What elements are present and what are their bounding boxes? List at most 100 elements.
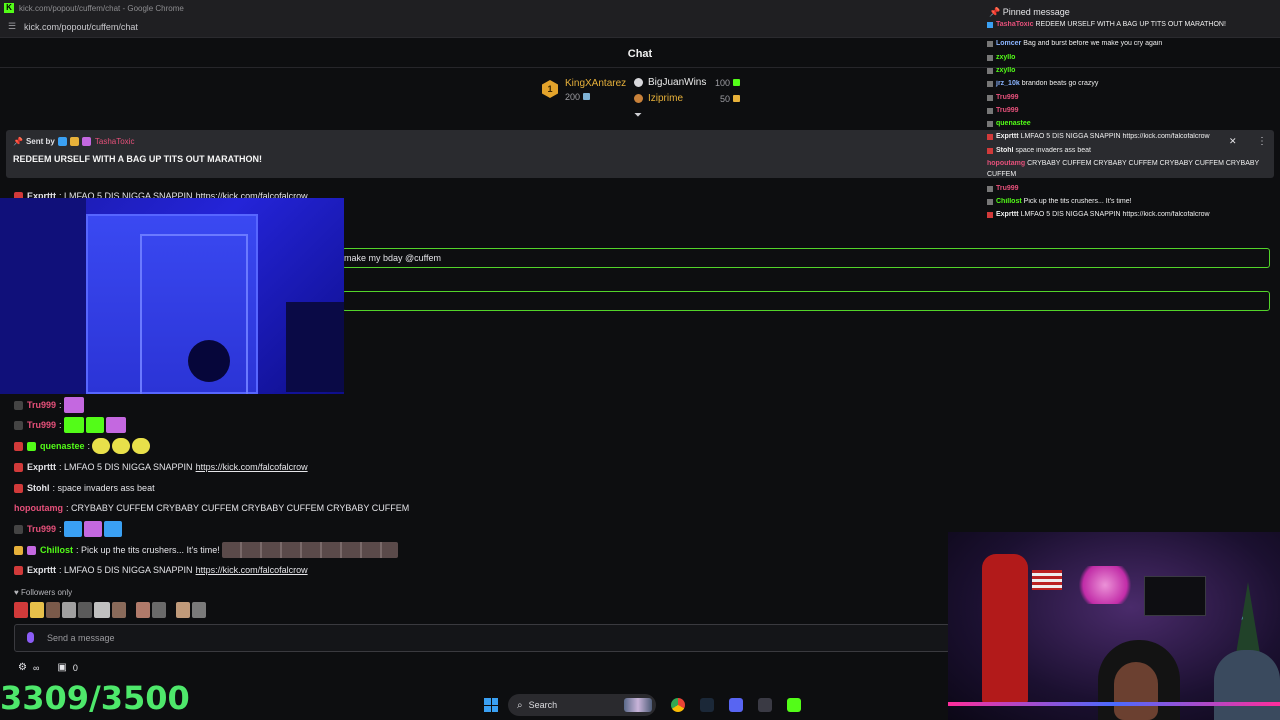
chat-input-placeholder: Send a message [47, 633, 115, 643]
emote-icon [132, 438, 151, 454]
screen: { "window": { "title": "kick.com/popout/… [0, 0, 1280, 720]
emote-icon[interactable] [112, 602, 126, 618]
collapse-leaderboard-icon[interactable]: ⏷ [634, 110, 642, 121]
emote-icon[interactable] [14, 602, 28, 618]
url-text[interactable]: kick.com/popout/cuffem/chat [24, 22, 138, 32]
emote-icon[interactable] [152, 602, 166, 618]
overlay-chat-line: Exprttt LMFAO 5 DIS NIGGA SNAPPIN https:/… [987, 211, 1272, 218]
gift-icon [582, 93, 590, 100]
leaderboard-third-value: 50 [719, 93, 730, 104]
emote-icon[interactable] [192, 602, 206, 618]
taskbar: ⌕ Search [470, 690, 810, 720]
mic-icon[interactable] [27, 632, 34, 643]
kick-app-icon[interactable] [787, 698, 801, 712]
badge-icon [987, 211, 993, 218]
chat-username[interactable]: Stohl [27, 483, 50, 493]
chat-username[interactable]: Tru999 [27, 420, 56, 430]
chat-link[interactable]: https://kick.com/falcofalcrow [196, 565, 308, 575]
search-icon: ⌕ [517, 699, 523, 711]
badge-icon [987, 80, 993, 87]
gift-count: 0 [72, 662, 78, 673]
emote-icon[interactable] [62, 602, 76, 618]
overlay-chat: 📌 Pinned message TashaToxic REDEEM URSELF… [984, 2, 1276, 226]
badge-icon [987, 120, 993, 127]
overlay-chat-line: Tru999 [987, 107, 1272, 114]
pinned-text: REDEEM URSELF WITH A BAG UP TITS OUT MAR… [13, 154, 262, 164]
badge-icon [987, 107, 993, 114]
infinity-value: ∞ [32, 662, 40, 673]
gift-box-icon[interactable]: ▣ [57, 662, 66, 673]
emote-icon [85, 417, 104, 433]
emote-icon[interactable] [94, 602, 110, 618]
pinned-sender[interactable]: TashaToxic [95, 137, 135, 146]
badge-icon [987, 21, 993, 28]
badge-icon [27, 545, 36, 555]
overlay-chat-line: hopoutamg CRYBABY CUFFEM CRYBABY CUFFEM C… [987, 160, 1260, 167]
emote-icon[interactable] [176, 602, 190, 618]
emote-icon [112, 438, 131, 454]
overlay-chat-line: jrz_10k brandon beats go crazyy [987, 80, 1272, 87]
badge-icon [14, 565, 23, 575]
chat-username[interactable]: Tru999 [27, 524, 56, 534]
chat-message: Exprttt: LMFAO 5 DIS NIGGA SNAPPIN https… [14, 462, 308, 472]
chat-username[interactable]: Chillost [40, 545, 73, 555]
more-options-icon[interactable]: ⋮ [1257, 136, 1267, 147]
webcam-overlay-streamer [948, 532, 1280, 720]
leaderboard-second-value: 100 [714, 77, 730, 88]
emote-icon[interactable] [30, 602, 44, 618]
chat-input[interactable]: Send a message [14, 624, 950, 652]
obs-icon[interactable] [758, 698, 772, 712]
settings-icon[interactable]: ⚙ [18, 662, 27, 673]
chat-text: LMFAO 5 DIS NIGGA SNAPPIN [64, 565, 193, 575]
chat-username[interactable]: hopoutamg [14, 503, 63, 513]
badge-icon [14, 524, 23, 534]
chat-username[interactable]: quenastee [40, 441, 85, 451]
leaderboard-third[interactable]: Iziprime 50 [634, 93, 740, 104]
kick-logo-icon: K [4, 3, 14, 13]
chat-text: Pick up the tits crushers... It's time! [81, 545, 220, 555]
overlay-chat-line: CUFFEM [987, 171, 1017, 178]
chat-message: hopoutamg: CRYBABY CUFFEM CRYBABY CUFFEM… [14, 503, 410, 513]
site-settings-icon[interactable]: ☰ [6, 21, 18, 32]
badge-icon [987, 147, 993, 154]
rank-2-badge-icon [634, 78, 643, 87]
chat-link[interactable]: https://kick.com/falcofalcrow [196, 462, 308, 472]
emote-icon [63, 417, 84, 433]
emote-icon [63, 397, 84, 413]
badge-icon [987, 54, 993, 61]
badge-icon [14, 483, 23, 493]
window-title: kick.com/popout/cuffem/chat - Google Chr… [19, 3, 184, 13]
emote-icon[interactable] [136, 602, 150, 618]
chat-message: Chillost: Pick up the tits crushers... I… [14, 542, 398, 558]
badge-icon [987, 198, 993, 205]
chat-username[interactable]: Exprttt [27, 462, 56, 472]
overlay-chat-line: Tru999 [987, 185, 1272, 192]
chrome-icon[interactable] [671, 698, 685, 712]
discord-icon[interactable] [729, 698, 743, 712]
chat-text: LMFAO 5 DIS NIGGA SNAPPIN [64, 462, 193, 472]
emote-strip[interactable] [14, 602, 208, 618]
webcam-overlay-room [0, 198, 344, 394]
overlay-chat-line: Chillost Pick up the tits crushers... It'… [987, 198, 1272, 205]
pinned-meta: 📌 Sent by TashaToxic [13, 137, 134, 146]
unpin-icon[interactable]: ✕ [1229, 136, 1237, 147]
emote-icon[interactable] [46, 602, 60, 618]
taskbar-search[interactable]: ⌕ Search [508, 694, 656, 716]
chat-username[interactable]: Tru999 [27, 400, 56, 410]
badge-icon [57, 137, 67, 146]
windows-start-icon[interactable] [484, 698, 498, 712]
chat-message: Tru999: [14, 521, 122, 537]
pin-icon: 📌 [13, 137, 23, 146]
badge-icon [27, 441, 36, 451]
leaderboard-first-name[interactable]: KingXAntarez [565, 78, 626, 89]
overlay-chat-line: Stohl space invaders ass beat [987, 147, 1272, 154]
rank-3-badge-icon [634, 94, 643, 103]
emote-icon[interactable] [78, 602, 92, 618]
chat-username[interactable]: Exprttt [27, 565, 56, 575]
overlay-chat-line: zxyllo [987, 54, 1272, 61]
leaderboard-second[interactable]: BigJuanWins 100 [634, 77, 740, 88]
badge-icon [69, 137, 79, 146]
emote-icon [105, 417, 126, 433]
steam-icon[interactable] [700, 698, 714, 712]
highlighted-message [342, 291, 1270, 311]
